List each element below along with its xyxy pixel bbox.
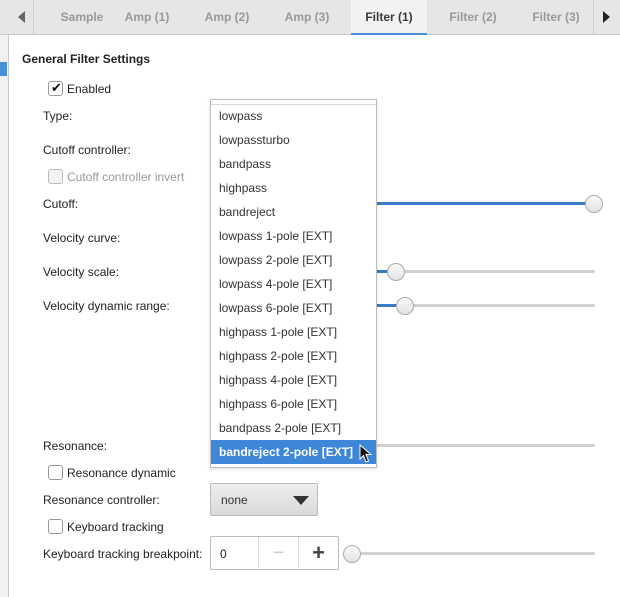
type-option[interactable]: lowpass 6-pole [EXT] — [211, 296, 376, 320]
tab-filter-3[interactable]: Filter (3) — [518, 0, 594, 34]
type-label: Type: — [43, 109, 73, 123]
type-option[interactable]: bandreject 2-pole [EXT] — [211, 440, 376, 464]
type-option[interactable]: highpass 1-pole [EXT] — [211, 320, 376, 344]
keyboard-tracking-checkbox[interactable] — [48, 519, 63, 534]
mouse-pointer-icon — [359, 444, 373, 463]
kt-breakpoint-spinner: 0 − + — [210, 536, 339, 570]
increment-button[interactable]: + — [299, 537, 338, 569]
type-option[interactable]: bandreject — [211, 200, 376, 224]
divider — [593, 0, 594, 34]
keyboard-tracking-label: Keyboard tracking — [67, 520, 164, 534]
type-option[interactable]: lowpass — [211, 104, 376, 128]
type-option[interactable]: lowpassturbo — [211, 128, 376, 152]
type-dropdown-list: lowpass lowpassturbo bandpass highpass bandr… — [210, 99, 377, 468]
left-pane-marker — [0, 62, 7, 76]
kt-breakpoint-slider-handle[interactable] — [343, 545, 361, 563]
cutoff-invert-checkbox[interactable] — [48, 169, 63, 184]
resonance-dynamic-label: Resonance dynamic — [67, 466, 176, 480]
resonance-dynamic-checkbox[interactable] — [48, 465, 63, 480]
enabled-label: Enabled — [67, 82, 112, 96]
tab-amp-3[interactable]: Amp (3) — [270, 0, 344, 34]
tab-filter-2[interactable]: Filter (2) — [435, 0, 511, 34]
velocity-range-label: Velocity dynamic range: — [43, 299, 170, 313]
tab-amp-1[interactable]: Amp (1) — [110, 0, 184, 34]
tab-amp-2[interactable]: Amp (2) — [190, 0, 264, 34]
type-option[interactable]: lowpass 2-pole [EXT] — [211, 248, 376, 272]
kt-breakpoint-value[interactable]: 0 — [220, 547, 227, 561]
enabled-checkbox[interactable]: ✔ — [48, 81, 63, 96]
decrement-button[interactable]: − — [259, 537, 298, 569]
section-title: General Filter Settings — [22, 52, 151, 66]
cutoff-slider-fill — [352, 202, 595, 205]
velocity-range-slider-handle[interactable] — [396, 297, 415, 315]
scroll-left-icon[interactable] — [18, 11, 25, 23]
velocity-scale-slider-handle[interactable] — [386, 263, 405, 281]
type-option[interactable]: highpass 4-pole [EXT] — [211, 368, 376, 392]
kt-breakpoint-label: Keyboard tracking breakpoint: — [43, 547, 203, 561]
left-pane — [0, 35, 9, 597]
resonance-label: Resonance: — [43, 439, 108, 453]
resonance-controller-value: none — [221, 493, 248, 507]
velocity-scale-label: Velocity scale: — [43, 265, 120, 279]
resonance-controller-select[interactable]: none — [210, 483, 318, 516]
scroll-right-icon[interactable] — [603, 11, 610, 23]
type-option[interactable]: highpass — [211, 176, 376, 200]
type-option[interactable]: lowpass 1-pole [EXT] — [211, 224, 376, 248]
type-option[interactable]: lowpass 4-pole [EXT] — [211, 272, 376, 296]
checkmark-icon: ✔ — [51, 80, 62, 95]
resonance-controller-label: Resonance controller: — [43, 493, 160, 507]
cutoff-controller-label: Cutoff controller: — [43, 143, 131, 157]
cutoff-slider-handle[interactable] — [585, 195, 603, 213]
kt-breakpoint-slider-track[interactable] — [352, 552, 595, 555]
velocity-curve-label: Velocity curve: — [43, 231, 121, 245]
type-option[interactable]: bandpass 2-pole [EXT] — [211, 416, 376, 440]
type-option[interactable]: highpass 6-pole [EXT] — [211, 392, 376, 416]
caret-down-icon — [293, 496, 309, 505]
tab-bar: Sample Amp (1) Amp (2) Amp (3) Filter (1… — [0, 0, 620, 35]
type-option[interactable]: bandpass — [211, 152, 376, 176]
type-option[interactable]: highpass 2-pole [EXT] — [211, 344, 376, 368]
resonance-slider-track[interactable] — [352, 444, 595, 447]
tab-filter-1[interactable]: Filter (1) — [351, 0, 427, 35]
cutoff-invert-label: Cutoff controller invert — [67, 170, 185, 184]
cutoff-label: Cutoff: — [43, 197, 79, 211]
